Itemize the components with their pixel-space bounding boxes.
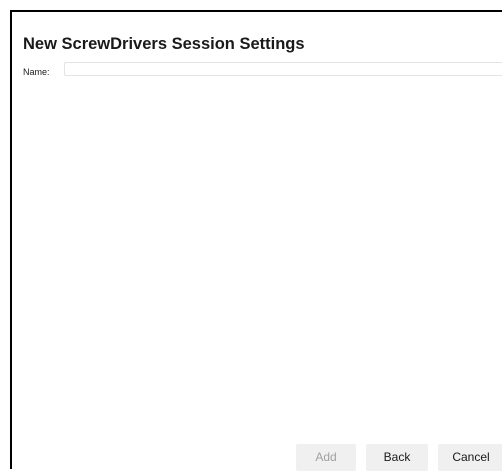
page-title: New ScrewDrivers Session Settings [23, 35, 305, 53]
back-button[interactable]: Back [366, 444, 428, 471]
cancel-button[interactable]: Cancel [438, 444, 502, 471]
add-button[interactable]: Add [296, 444, 356, 471]
name-label: Name: [23, 67, 50, 77]
session-settings-window: New ScrewDrivers Session Settings Name: … [10, 10, 502, 471]
name-input[interactable] [64, 62, 502, 76]
